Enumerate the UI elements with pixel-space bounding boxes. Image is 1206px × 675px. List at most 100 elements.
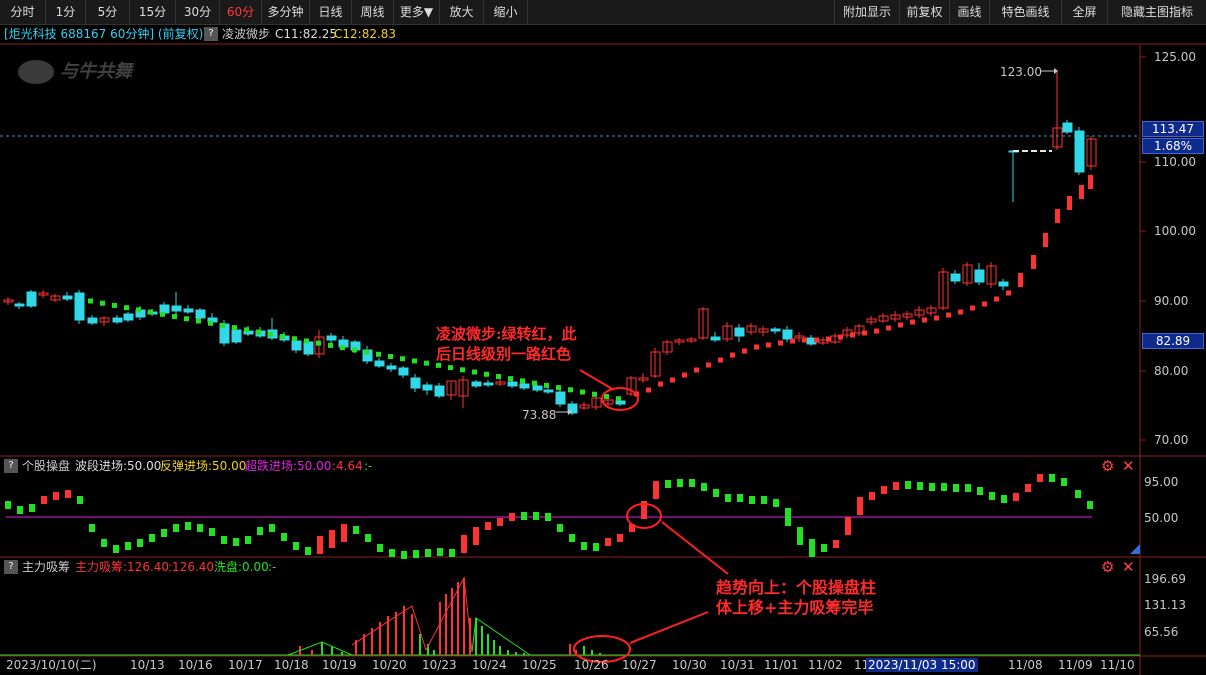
date-tick: 11/09: [1058, 658, 1093, 672]
high-price-label: 123.00: [1000, 65, 1042, 79]
trend-dot: [982, 301, 987, 307]
panel2-bar: [305, 547, 311, 555]
trend-dot: [778, 340, 783, 346]
panel2-bar: [353, 526, 359, 534]
trend-dot: [136, 307, 141, 313]
trend-dot: [580, 389, 585, 395]
low-price-label: 73.88: [522, 408, 557, 422]
panel2-tick: 95.00: [1144, 475, 1179, 489]
panel2-bar: [425, 549, 431, 557]
panel3-help-button[interactable]: ?: [4, 560, 18, 574]
trend-dot: [946, 312, 951, 318]
panel2-bar: [569, 534, 575, 542]
trend-dot: [472, 369, 477, 375]
trend-dot: [124, 305, 129, 311]
panel2-corner-marker: [1130, 544, 1140, 554]
panel2-value: :-: [364, 459, 373, 473]
trend-dot: [460, 367, 465, 373]
trend-dot: [604, 393, 609, 399]
trend-dot: [388, 354, 393, 359]
candle-body: [374, 360, 385, 367]
panel2-value: :4.64: [332, 459, 363, 473]
trend-dot: [424, 360, 429, 366]
trend-dot: [220, 322, 225, 328]
gear-icon[interactable]: ⚙: [1101, 459, 1114, 474]
trend-dot: [1067, 196, 1072, 210]
panel2-bar: [677, 479, 683, 487]
price-tick: 90.00: [1154, 294, 1189, 308]
panel2-bar: [245, 536, 251, 544]
panel2-help-button[interactable]: ?: [4, 459, 18, 473]
candle-body: [74, 292, 85, 321]
candle-body: [183, 308, 194, 313]
trend-dot: [520, 378, 525, 384]
candle-body: [770, 328, 781, 332]
panel2-bar: [269, 524, 275, 532]
trend-dot: [412, 358, 417, 364]
panel2-bar: [257, 527, 263, 535]
date-tick: 10/23: [422, 658, 457, 672]
panel2-bar: [1049, 474, 1055, 482]
panel2-bar: [953, 484, 959, 492]
candle-body: [62, 295, 73, 300]
candle-body: [555, 391, 566, 405]
panel2-bar: [293, 542, 299, 550]
annotation-line: 凌波微步:绿转红，此: [436, 325, 577, 343]
panel2-bar: [473, 527, 479, 545]
close-icon[interactable]: ✕: [1122, 459, 1135, 474]
panel2-bar: [1061, 478, 1067, 486]
date-tick: 10/19: [322, 658, 357, 672]
panel2-bar: [821, 544, 827, 552]
trend-dot: [838, 334, 843, 340]
trend-dot: [184, 316, 189, 322]
trend-dot: [544, 382, 549, 388]
candle-body: [398, 367, 409, 376]
panel3-title[interactable]: 主力吸筹: [22, 560, 70, 574]
panel3-absorb: 主力吸筹:126.40: [75, 560, 170, 574]
trend-dot: [280, 334, 285, 340]
trend-dot: [256, 329, 261, 335]
panel2-bar: [161, 529, 167, 537]
panel2-bar: [857, 497, 863, 515]
panel2-bar: [593, 543, 599, 551]
price-tick: 125.00: [1154, 50, 1196, 64]
trend-dot: [766, 342, 771, 348]
panel2-bar: [521, 512, 527, 520]
candle-body: [112, 317, 123, 323]
trend-dot: [268, 331, 273, 337]
panel2-bar: [689, 479, 695, 487]
trend-dot: [694, 367, 699, 373]
trend-dot: [730, 352, 735, 358]
panel2-wave-entry: 波段进场:50.00: [75, 459, 162, 473]
date-cursor-badge: 2023/11/03 15:00: [866, 658, 978, 672]
date-tick: 10/24: [472, 658, 507, 672]
panel2-bar: [965, 484, 971, 492]
panel2-bar: [389, 549, 395, 557]
panel2-bar: [449, 549, 455, 557]
panel2-bar: [377, 544, 383, 552]
panel3-absorb-value: :126.40: [168, 560, 215, 574]
panel2-title[interactable]: 个股操盘: [22, 459, 70, 473]
date-tick: 11/02: [808, 658, 843, 672]
panel2-bar: [509, 513, 515, 521]
candle-body: [159, 304, 170, 314]
candle-body: [543, 389, 554, 393]
gear-icon[interactable]: ⚙: [1101, 560, 1114, 575]
trend-dot: [970, 305, 975, 311]
panel2-bar: [89, 524, 95, 532]
candle-body: [950, 273, 961, 282]
trend-dot: [616, 396, 621, 402]
panel2-bar: [581, 542, 587, 550]
trend-dot: [292, 336, 297, 342]
panel2-bar: [53, 492, 59, 500]
panel2-bar: [77, 496, 83, 504]
panel2-bar: [761, 496, 767, 504]
panel2-bar: [869, 492, 875, 500]
candle-body: [291, 340, 302, 351]
close-icon[interactable]: ✕: [1122, 560, 1135, 575]
panel2-bar: [65, 490, 71, 498]
panel2-bar: [605, 538, 611, 546]
annotation-line: 体上移+主力吸筹完毕: [716, 598, 874, 617]
cursor-price-badge: 82.89: [1142, 333, 1204, 349]
candle-body: [326, 335, 337, 341]
